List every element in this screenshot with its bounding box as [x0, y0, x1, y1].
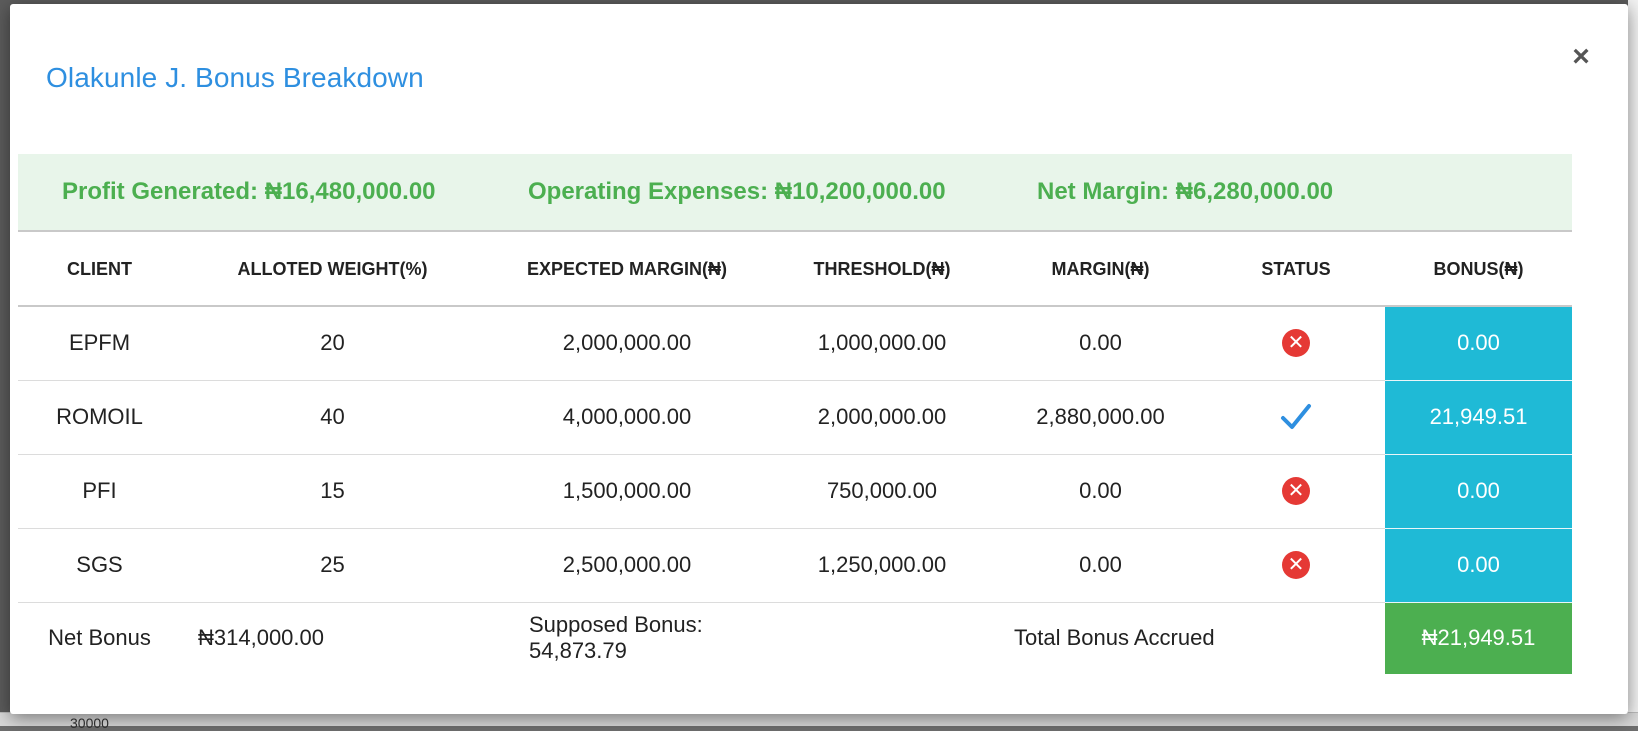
bonus-table: CLIENT ALLOTED WEIGHT(%) EXPECTED MARGIN…: [18, 234, 1572, 674]
x-circle-icon: ✕: [1282, 551, 1310, 580]
x-circle-icon: ✕: [1282, 477, 1310, 506]
profit-generated: Profit Generated: ₦16,480,000.00: [62, 178, 436, 205]
background-partial-number: 30000: [70, 715, 109, 731]
threshold-cell: 750,000.00: [770, 454, 994, 529]
margin-cell: 0.00: [994, 306, 1207, 381]
bonus-cell: 21,949.51: [1385, 380, 1572, 455]
status-cell: ✕: [1207, 454, 1385, 529]
column-header-weight: ALLOTED WEIGHT(%): [181, 234, 484, 307]
table-row: PFI 15 1,500,000.00 750,000.00 0.00 ✕ 0.…: [18, 454, 1572, 529]
client-cell: SGS: [18, 528, 181, 603]
column-header-bonus: BONUS(₦): [1385, 234, 1572, 307]
column-header-status: STATUS: [1207, 234, 1385, 307]
threshold-cell: 1,000,000.00: [770, 306, 994, 381]
total-bonus-label: Total Bonus Accrued: [1014, 625, 1215, 651]
table-row: SGS 25 2,500,000.00 1,250,000.00 0.00 ✕ …: [18, 528, 1572, 603]
status-cell: ✕: [1207, 528, 1385, 603]
checkmark-icon: [1280, 403, 1312, 430]
weight-cell: 15: [181, 454, 484, 529]
bonus-cell: 0.00: [1385, 306, 1572, 381]
margin-cell: 0.00: [994, 528, 1207, 603]
column-header-threshold: THRESHOLD(₦): [770, 234, 994, 307]
weight-cell: 20: [181, 306, 484, 381]
expected-margin-cell: 2,500,000.00: [484, 528, 770, 603]
net-bonus-value: ₦314,000.00: [198, 625, 324, 651]
net-margin: Net Margin: ₦6,280,000.00: [1037, 178, 1334, 205]
table-header-row: CLIENT ALLOTED WEIGHT(%) EXPECTED MARGIN…: [18, 234, 1572, 307]
status-cell: [1207, 380, 1385, 455]
total-bonus-value: ₦21,949.51: [1385, 602, 1572, 674]
close-button[interactable]: ×: [1565, 42, 1597, 74]
column-header-margin: MARGIN(₦): [994, 234, 1207, 307]
weight-cell: 40: [181, 380, 484, 455]
margin-cell: 2,880,000.00: [994, 380, 1207, 455]
footer-spacer: [770, 602, 994, 674]
table-footer-row: Net Bonus ₦314,000.00 Supposed Bonus: 54…: [18, 602, 1572, 674]
column-header-client: CLIENT: [18, 234, 181, 307]
threshold-cell: 1,250,000.00: [770, 528, 994, 603]
net-bonus-label: Net Bonus: [48, 625, 151, 651]
expected-margin-cell: 2,000,000.00: [484, 306, 770, 381]
threshold-cell: 2,000,000.00: [770, 380, 994, 455]
table-row: ROMOIL 40 4,000,000.00 2,000,000.00 2,88…: [18, 380, 1572, 455]
table-row: EPFM 20 2,000,000.00 1,000,000.00 0.00 ✕…: [18, 306, 1572, 381]
background-page-edge: [1628, 0, 1638, 726]
column-header-expected-margin: EXPECTED MARGIN(₦): [484, 234, 770, 307]
client-cell: EPFM: [18, 306, 181, 381]
supposed-bonus: Supposed Bonus: 54,873.79: [529, 612, 703, 664]
modal-title: Olakunle J. Bonus Breakdown: [46, 62, 424, 93]
bonus-cell: 0.00: [1385, 528, 1572, 603]
status-cell: ✕: [1207, 306, 1385, 381]
margin-cell: 0.00: [994, 454, 1207, 529]
weight-cell: 25: [181, 528, 484, 603]
client-cell: ROMOIL: [18, 380, 181, 455]
x-circle-icon: ✕: [1282, 329, 1310, 358]
bonus-cell: 0.00: [1385, 454, 1572, 529]
summary-bar: Profit Generated: ₦16,480,000.00 Operati…: [18, 154, 1572, 232]
background-page-bottom: 30000: [0, 712, 1638, 731]
expected-margin-cell: 1,500,000.00: [484, 454, 770, 529]
operating-expenses: Operating Expenses: ₦10,200,000.00: [528, 178, 946, 205]
expected-margin-cell: 4,000,000.00: [484, 380, 770, 455]
client-cell: PFI: [18, 454, 181, 529]
